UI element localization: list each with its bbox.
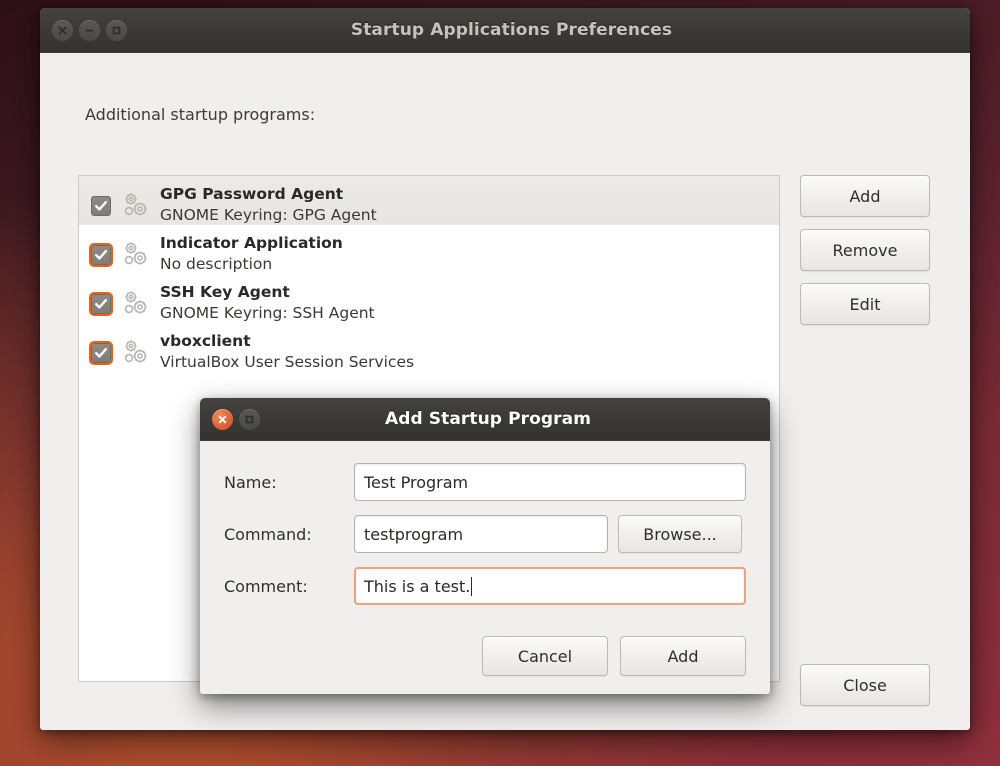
main-titlebar[interactable]: Startup Applications Preferences bbox=[40, 8, 970, 53]
table-row[interactable]: vboxclient VirtualBox User Session Servi… bbox=[79, 323, 779, 372]
dialog-titlebar[interactable]: Add Startup Program bbox=[200, 398, 770, 441]
browse-button[interactable]: Browse... bbox=[618, 515, 742, 553]
name-input-value: Test Program bbox=[364, 473, 468, 492]
list-actions: Add Remove Edit bbox=[800, 175, 930, 325]
program-description: No description bbox=[160, 254, 343, 275]
command-row: Command: testprogram Browse... bbox=[224, 515, 746, 553]
dialog-title: Add Startup Program bbox=[206, 409, 770, 429]
dialog-actions: Cancel Add bbox=[224, 636, 746, 676]
program-name: SSH Key Agent bbox=[160, 282, 375, 303]
program-text: SSH Key Agent GNOME Keyring: SSH Agent bbox=[160, 281, 375, 324]
program-name: Indicator Application bbox=[160, 233, 343, 254]
command-input-value: testprogram bbox=[364, 525, 463, 544]
add-button[interactable]: Add bbox=[800, 175, 930, 217]
table-row[interactable]: Indicator Application No description bbox=[79, 225, 779, 274]
edit-button[interactable]: Edit bbox=[800, 283, 930, 325]
name-row: Name: Test Program bbox=[224, 463, 746, 501]
dialog-add-button[interactable]: Add bbox=[620, 636, 746, 676]
comment-input-value: This is a test. bbox=[364, 577, 470, 596]
gears-icon bbox=[120, 239, 152, 271]
add-startup-program-dialog: Add Startup Program Name: Test Program C… bbox=[200, 398, 770, 694]
program-text: vboxclient VirtualBox User Session Servi… bbox=[160, 330, 414, 373]
gears-icon bbox=[120, 288, 152, 320]
name-label: Name: bbox=[224, 473, 354, 492]
close-button[interactable]: Close bbox=[800, 664, 930, 706]
program-text: Indicator Application No description bbox=[160, 232, 343, 275]
comment-row: Comment: This is a test. bbox=[224, 567, 746, 605]
program-description: GNOME Keyring: SSH Agent bbox=[160, 303, 375, 324]
gears-icon bbox=[120, 190, 152, 222]
cancel-button[interactable]: Cancel bbox=[482, 636, 608, 676]
additional-startup-programs-label: Additional startup programs: bbox=[85, 105, 315, 124]
program-name: vboxclient bbox=[160, 331, 414, 352]
table-row[interactable]: GPG Password Agent GNOME Keyring: GPG Ag… bbox=[79, 176, 779, 225]
program-enabled-checkbox[interactable] bbox=[91, 294, 111, 314]
program-enabled-checkbox[interactable] bbox=[91, 196, 111, 216]
dialog-body: Name: Test Program Command: testprogram … bbox=[200, 441, 770, 694]
program-text: GPG Password Agent GNOME Keyring: GPG Ag… bbox=[160, 183, 377, 226]
program-description: GNOME Keyring: GPG Agent bbox=[160, 205, 377, 226]
remove-button[interactable]: Remove bbox=[800, 229, 930, 271]
program-enabled-checkbox[interactable] bbox=[91, 343, 111, 363]
command-input[interactable]: testprogram bbox=[354, 515, 608, 553]
name-input[interactable]: Test Program bbox=[354, 463, 746, 501]
text-cursor bbox=[471, 577, 472, 596]
program-name: GPG Password Agent bbox=[160, 184, 377, 205]
program-enabled-checkbox[interactable] bbox=[91, 245, 111, 265]
comment-label: Comment: bbox=[224, 577, 354, 596]
table-row[interactable]: SSH Key Agent GNOME Keyring: SSH Agent bbox=[79, 274, 779, 323]
gears-icon bbox=[120, 337, 152, 369]
command-label: Command: bbox=[224, 525, 354, 544]
program-description: VirtualBox User Session Services bbox=[160, 352, 414, 373]
comment-input[interactable]: This is a test. bbox=[354, 567, 746, 605]
desktop-background: Startup Applications Preferences Additio… bbox=[0, 0, 1000, 766]
main-window-title: Startup Applications Preferences bbox=[53, 20, 970, 40]
